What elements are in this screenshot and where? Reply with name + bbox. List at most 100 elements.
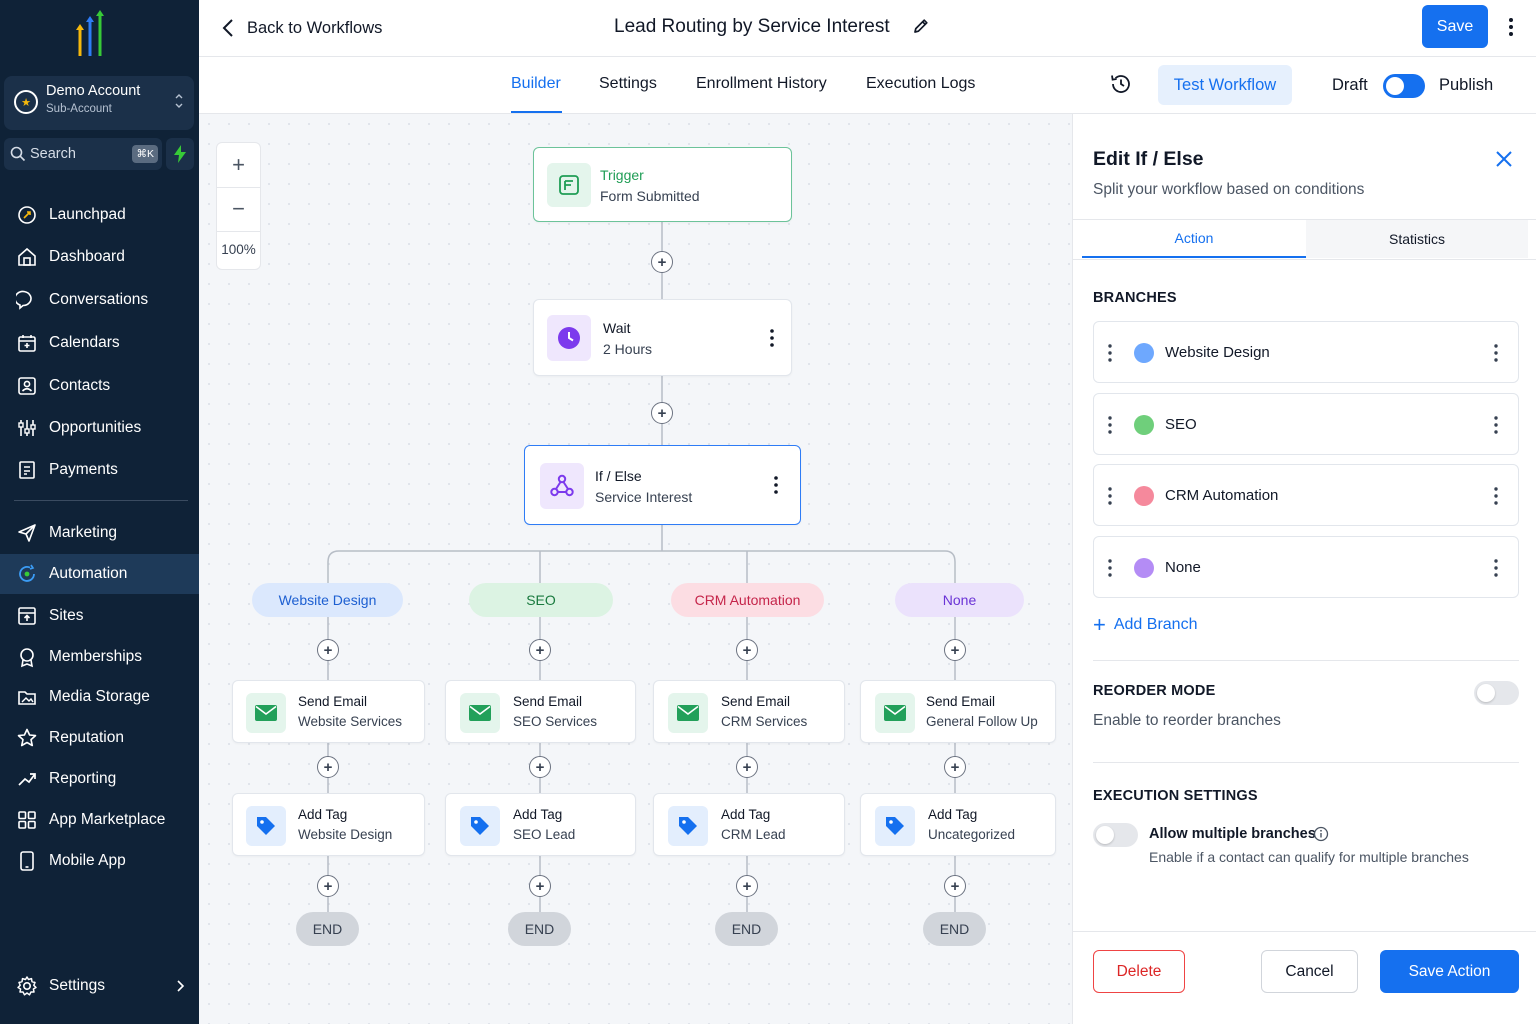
branch-pill-seo[interactable]: SEO <box>469 583 613 617</box>
drag-handle-icon[interactable] <box>1108 415 1112 435</box>
publish-toggle[interactable] <box>1383 74 1425 98</box>
sidebar-item-dashboard[interactable]: Dashboard <box>0 237 199 277</box>
branch-pill-none[interactable]: None <box>895 583 1024 617</box>
add-tag-node[interactable]: Add Tag CRM Lead <box>653 793 845 856</box>
sidebar-item-conversations[interactable]: Conversations <box>0 280 199 320</box>
add-step-button[interactable]: + <box>529 756 551 778</box>
branch-pill-crm-automation[interactable]: CRM Automation <box>671 583 824 617</box>
info-icon[interactable] <box>1313 826 1329 842</box>
branch-pill-website-design[interactable]: Website Design <box>252 583 403 617</box>
sidebar-item-reputation[interactable]: Reputation <box>0 718 199 758</box>
sidebar-item-app-marketplace[interactable]: App Marketplace <box>0 800 199 840</box>
add-step-button[interactable]: + <box>944 639 966 661</box>
add-step-button[interactable]: + <box>736 756 758 778</box>
sidebar-item-sites[interactable]: Sites <box>0 596 199 636</box>
tag-subtitle: Website Design <box>298 827 393 842</box>
dashboard-icon <box>18 247 36 266</box>
add-step-button[interactable]: + <box>651 402 673 424</box>
active-tab-indicator <box>511 111 562 113</box>
sidebar-item-calendars[interactable]: Calendars <box>0 323 199 363</box>
reorder-mode-toggle[interactable] <box>1474 681 1519 705</box>
add-step-button[interactable]: + <box>736 875 758 897</box>
sidebar-item-reporting[interactable]: Reporting <box>0 759 199 799</box>
wait-node[interactable]: Wait 2 Hours <box>533 299 792 376</box>
tab-execution-logs[interactable]: Execution Logs <box>866 75 975 93</box>
kebab-icon[interactable] <box>1493 486 1499 506</box>
tab-settings[interactable]: Settings <box>599 75 657 93</box>
sidebar-item-launchpad[interactable]: Launchpad <box>0 195 199 235</box>
save-button[interactable]: Save <box>1422 5 1488 48</box>
quick-actions-button[interactable] <box>166 138 194 170</box>
sidebar-item-automation[interactable]: Automation <box>0 554 199 594</box>
allow-multiple-label: Allow multiple branches <box>1149 826 1316 842</box>
branch-row-none[interactable]: None <box>1093 536 1519 598</box>
account-switcher[interactable]: ★ Demo Account Sub-Account <box>4 76 194 130</box>
history-icon[interactable] <box>1109 72 1133 96</box>
test-workflow-button[interactable]: Test Workflow <box>1158 65 1292 105</box>
email-icon <box>246 693 286 733</box>
drag-handle-icon[interactable] <box>1108 486 1112 506</box>
chat-icon <box>16 290 32 310</box>
add-tag-node[interactable]: Add Tag Uncategorized <box>860 793 1056 856</box>
send-email-node[interactable]: Send Email CRM Services <box>653 680 845 743</box>
send-email-node[interactable]: Send Email Website Services <box>232 680 425 743</box>
close-icon[interactable] <box>1495 150 1513 168</box>
kebab-icon[interactable] <box>1493 343 1499 363</box>
drag-handle-icon[interactable] <box>1108 558 1112 578</box>
delete-button[interactable]: Delete <box>1093 950 1185 993</box>
end-marker: END <box>508 912 571 946</box>
add-step-button[interactable]: + <box>736 639 758 661</box>
execution-heading: EXECUTION SETTINGS <box>1093 788 1258 804</box>
add-step-button[interactable]: + <box>944 875 966 897</box>
add-branch-label: Add Branch <box>1113 616 1198 633</box>
kebab-icon[interactable] <box>1493 558 1499 578</box>
more-options-icon[interactable] <box>1501 14 1521 40</box>
add-step-button[interactable]: + <box>944 756 966 778</box>
add-tag-node[interactable]: Add Tag SEO Lead <box>445 793 636 856</box>
add-step-button[interactable]: + <box>317 875 339 897</box>
back-to-workflows-link[interactable]: Back to Workflows <box>221 14 382 42</box>
tab-enrollment-history[interactable]: Enrollment History <box>696 75 827 93</box>
add-step-button[interactable]: + <box>317 756 339 778</box>
save-action-button[interactable]: Save Action <box>1380 950 1519 993</box>
tab-action[interactable]: Action <box>1082 220 1306 258</box>
zoom-out-button[interactable]: − <box>217 187 260 231</box>
add-step-button[interactable]: + <box>651 251 673 273</box>
zoom-in-button[interactable]: + <box>217 143 260 187</box>
add-step-button[interactable]: + <box>317 639 339 661</box>
sidebar-item-contacts[interactable]: Contacts <box>0 366 199 406</box>
add-tag-node[interactable]: Add Tag Website Design <box>232 793 425 856</box>
pencil-icon[interactable] <box>912 17 930 35</box>
add-branch-button[interactable]: + Add Branch <box>1093 614 1197 636</box>
sidebar-item-media-storage[interactable]: Media Storage <box>0 677 199 717</box>
branch-row-website-design[interactable]: Website Design <box>1093 321 1519 383</box>
sidebar-item-marketing[interactable]: Marketing <box>0 513 199 553</box>
workflow-canvas[interactable]: + − 100% Trigger Form Submitted Wait 2 H… <box>199 114 1072 1024</box>
search-input[interactable]: Search ⌘K <box>4 138 162 170</box>
sidebar-item-settings[interactable]: Settings <box>0 966 199 1006</box>
if-else-node[interactable]: If / Else Service Interest <box>524 445 801 525</box>
add-step-button[interactable]: + <box>529 639 551 661</box>
allow-multiple-branches-toggle[interactable] <box>1093 823 1138 847</box>
account-name: Demo Account <box>46 83 141 99</box>
search-shortcut-badge: ⌘K <box>132 145 158 163</box>
send-email-node[interactable]: Send Email General Follow Up <box>860 680 1056 743</box>
tab-builder[interactable]: Builder <box>511 75 561 93</box>
sidebar-item-opportunities[interactable]: Opportunities <box>0 408 199 448</box>
tab-statistics[interactable]: Statistics <box>1306 220 1528 258</box>
kebab-icon[interactable] <box>772 475 780 495</box>
branch-row-crm-automation[interactable]: CRM Automation <box>1093 464 1519 526</box>
drag-handle-icon[interactable] <box>1108 343 1112 363</box>
send-email-node[interactable]: Send Email SEO Services <box>445 680 636 743</box>
kebab-icon[interactable] <box>1493 415 1499 435</box>
cancel-button[interactable]: Cancel <box>1261 950 1358 993</box>
sidebar-item-mobile-app[interactable]: Mobile App <box>0 841 199 881</box>
sidebar-item-payments[interactable]: Payments <box>0 450 199 490</box>
branch-row-seo[interactable]: SEO <box>1093 393 1519 455</box>
email-title: Send Email <box>926 694 996 709</box>
branch-label: CRM Automation <box>1165 487 1279 504</box>
kebab-icon[interactable] <box>768 328 776 348</box>
trigger-node[interactable]: Trigger Form Submitted <box>533 147 792 222</box>
sidebar-item-memberships[interactable]: Memberships <box>0 637 199 677</box>
add-step-button[interactable]: + <box>529 875 551 897</box>
